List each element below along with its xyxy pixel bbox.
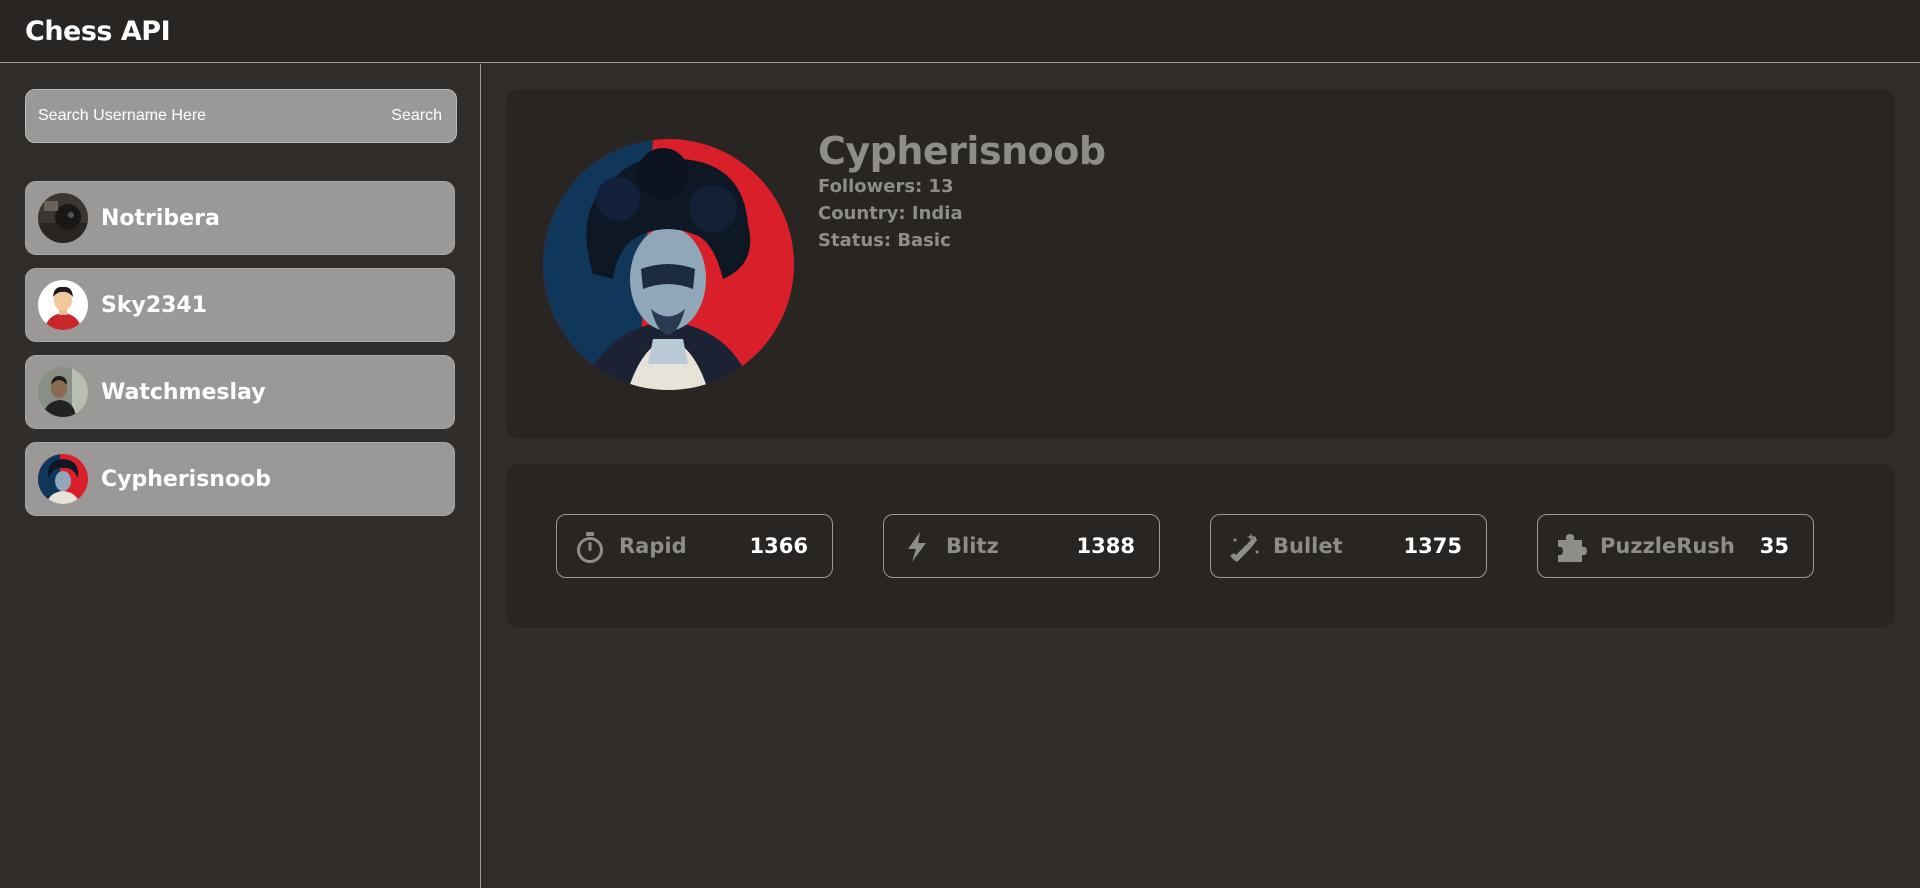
rating-puzzlerush[interactable]: PuzzleRush 35 (1537, 514, 1814, 578)
rating-bullet[interactable]: Bullet 1375 (1210, 514, 1487, 578)
user-name: Notribera (101, 206, 220, 231)
profile-username: Cypherisnoob (818, 129, 1106, 173)
app-title: Chess API (25, 16, 171, 47)
puzzle-icon (1554, 530, 1588, 564)
rating-value: 1366 (749, 534, 808, 558)
user-name: Cypherisnoob (101, 467, 271, 492)
rating-label: Bullet (1273, 534, 1343, 558)
rating-rapid[interactable]: Rapid 1366 (556, 514, 833, 578)
sidebar: Search Notribera (0, 64, 481, 888)
rating-label: Blitz (946, 534, 999, 558)
ratings-card: Rapid 1366 Blitz 1388 Bullet 1375 Puzzle… (506, 464, 1895, 628)
bullet-icon (1227, 530, 1261, 564)
user-item-cypherisnoob[interactable]: Cypherisnoob (25, 442, 455, 516)
profile-country: Country: India (818, 203, 963, 224)
rating-value: 35 (1759, 534, 1789, 558)
search-box: Search (25, 89, 457, 143)
user-item-watchmeslay[interactable]: Watchmeslay (25, 355, 455, 429)
search-input[interactable] (38, 104, 368, 128)
user-item-notribera[interactable]: Notribera (25, 181, 455, 255)
user-name: Watchmeslay (101, 380, 266, 405)
top-bar: Chess API (0, 0, 1920, 63)
avatar (38, 193, 88, 243)
avatar (38, 367, 88, 417)
profile-card: Cypherisnoob Followers: 13 Country: Indi… (506, 89, 1895, 439)
profile-status: Status: Basic (818, 230, 951, 251)
rating-blitz[interactable]: Blitz 1388 (883, 514, 1160, 578)
profile-followers: Followers: 13 (818, 176, 954, 197)
stopwatch-icon (573, 530, 607, 564)
profile-info: Cypherisnoob Followers: 13 Country: Indi… (818, 129, 1106, 254)
rating-label: Rapid (619, 534, 687, 558)
profile-avatar (543, 139, 794, 390)
search-button[interactable]: Search (391, 104, 442, 128)
avatar (38, 280, 88, 330)
rating-value: 1375 (1403, 534, 1462, 558)
main-content: Cypherisnoob Followers: 13 Country: Indi… (482, 64, 1920, 888)
user-list: Notribera Sky2341 Watchmeslay Cypherisno… (25, 181, 455, 529)
avatar (38, 454, 88, 504)
user-item-sky2341[interactable]: Sky2341 (25, 268, 455, 342)
rating-value: 1388 (1076, 534, 1135, 558)
lightning-icon (900, 530, 934, 564)
rating-label: PuzzleRush (1600, 534, 1735, 558)
user-name: Sky2341 (101, 293, 208, 318)
